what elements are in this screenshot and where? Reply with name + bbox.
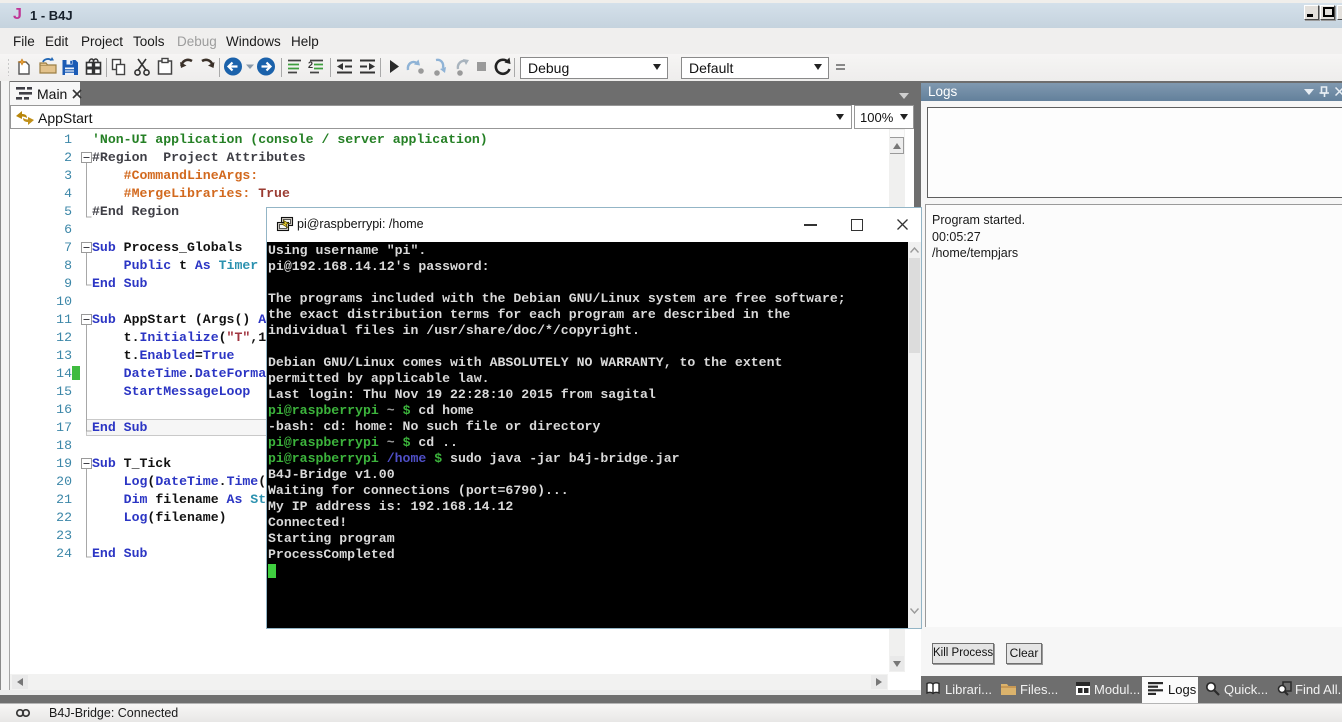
svg-text:2: 2 <box>308 60 313 70</box>
